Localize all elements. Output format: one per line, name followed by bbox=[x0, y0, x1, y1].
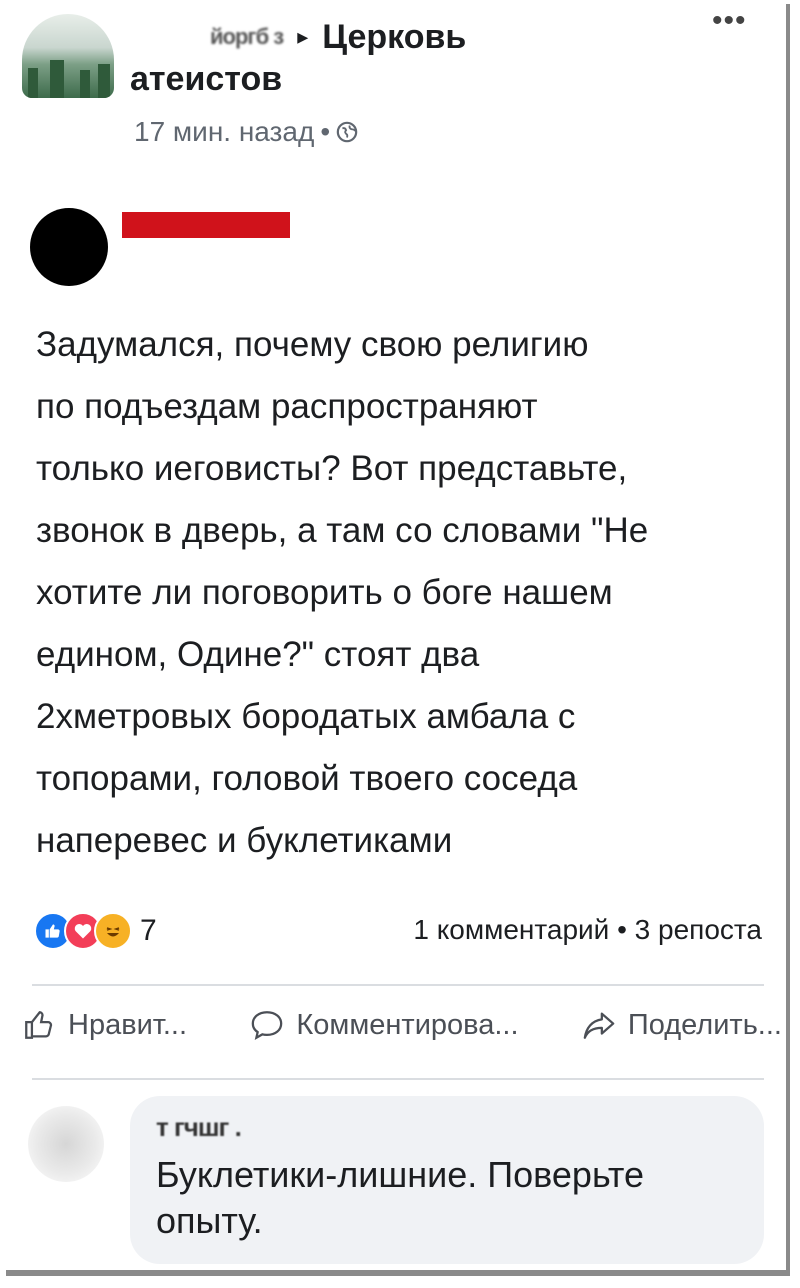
timestamp[interactable]: 17 мин. назад bbox=[134, 116, 314, 148]
avatar-tree-shape bbox=[80, 70, 90, 98]
commenter-avatar[interactable] bbox=[28, 1106, 104, 1182]
haha-icon bbox=[94, 912, 132, 950]
share-arrow-icon bbox=[583, 1012, 615, 1039]
comment-icon bbox=[252, 1011, 283, 1041]
post-header: йоргб з ▸ Церковь bbox=[210, 12, 466, 62]
author-name[interactable]: йоргб з bbox=[210, 24, 284, 50]
avatar-tree-shape bbox=[98, 64, 110, 98]
meta-separator: • bbox=[320, 116, 331, 147]
avatar-tree-shape bbox=[50, 60, 64, 98]
comment-button[interactable]: Комментирова... bbox=[250, 1008, 519, 1042]
group-avatar[interactable] bbox=[22, 14, 114, 98]
thumbs-up-icon bbox=[25, 1011, 53, 1039]
comments-shares-count[interactable]: 1 комментарий • 3 репоста bbox=[413, 914, 762, 946]
divider bbox=[32, 1078, 764, 1080]
action-bar: Нравит... Комментирова... Поделить... bbox=[22, 1008, 782, 1042]
like-button-label: Нравит... bbox=[68, 1008, 188, 1041]
comment-text: Буклетики-лишние. Поверьте опыту. bbox=[156, 1154, 644, 1241]
post-meta: 17 мин. назад • bbox=[134, 116, 358, 148]
group-name-line2[interactable]: атеистов bbox=[130, 60, 282, 99]
divider bbox=[32, 984, 764, 986]
post-text: Задумался, почему свою религию по подъез… bbox=[36, 325, 649, 860]
avatar-tree-shape bbox=[28, 68, 38, 98]
poster-avatar-redaction bbox=[30, 208, 108, 286]
arrow-right-icon: ▸ bbox=[297, 24, 309, 49]
share-button-label: Поделить... bbox=[627, 1008, 782, 1041]
reaction-count: 7 bbox=[140, 914, 157, 947]
like-button[interactable]: Нравит... bbox=[22, 1008, 187, 1042]
comment-bubble: т гчшг . Буклетики-лишние. Поверьте опыт… bbox=[130, 1096, 764, 1264]
share-button[interactable]: Поделить... bbox=[582, 1008, 782, 1042]
poster-name-redaction bbox=[122, 212, 290, 238]
comment-author[interactable]: т гчшг . bbox=[156, 1112, 738, 1152]
group-name-line1[interactable]: Церковь bbox=[322, 18, 466, 57]
reactions-summary[interactable]: 7 bbox=[34, 912, 157, 950]
more-options-icon[interactable]: ••• bbox=[712, 4, 747, 38]
globe-icon bbox=[336, 121, 358, 143]
comment-button-label: Комментирова... bbox=[296, 1008, 519, 1041]
